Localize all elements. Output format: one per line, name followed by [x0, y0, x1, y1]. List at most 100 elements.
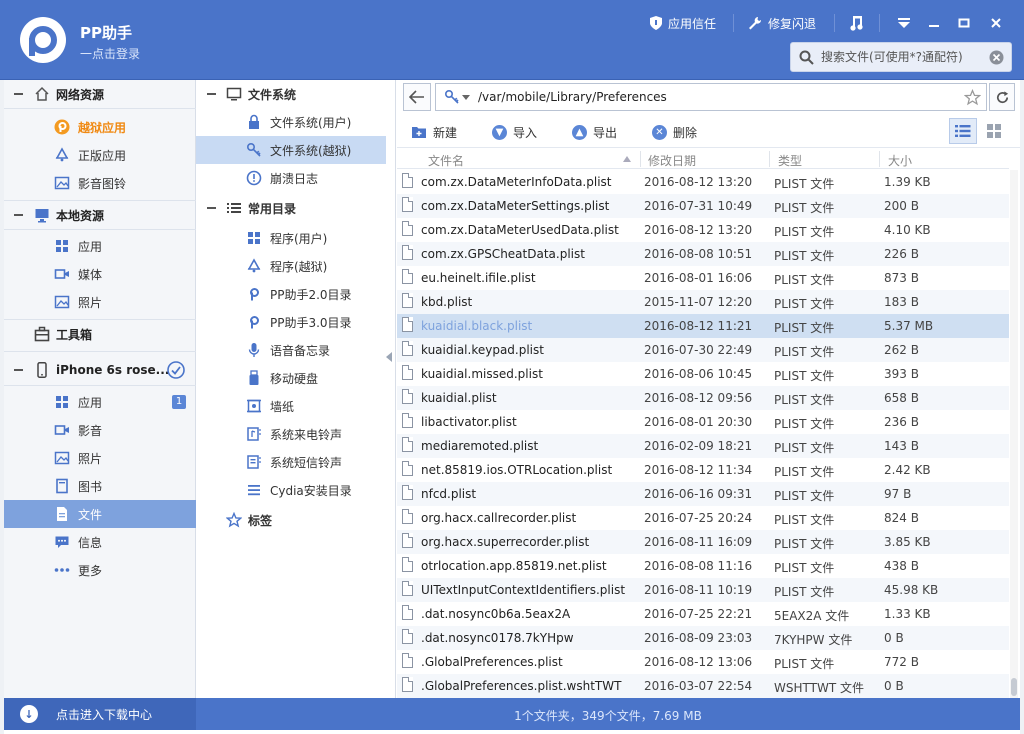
- dir-item-voice-memos[interactable]: 语音备忘录: [196, 336, 386, 364]
- table-row[interactable]: org.hacx.callrecorder.plist 2016-07-25 20…: [397, 506, 1009, 530]
- dir-item-apps-jailbreak[interactable]: 程序(越狱): [196, 252, 386, 280]
- dir-item-wallpaper[interactable]: 墙纸: [196, 392, 386, 420]
- sidebar-item-local-photos[interactable]: 照片: [4, 288, 196, 316]
- section-common-dirs[interactable]: 常用目录: [196, 194, 386, 222]
- sidebar-item-device-books[interactable]: 图书: [4, 472, 196, 500]
- export-button[interactable]: ▲ 导出: [572, 123, 617, 141]
- dir-item-cydia[interactable]: Cydia安装目录: [196, 476, 386, 504]
- sidebar-item-device-messages[interactable]: 信息: [4, 528, 196, 556]
- dir-item-crash-logs[interactable]: 崩溃日志: [196, 164, 386, 192]
- sidebar-section-network[interactable]: 网络资源: [4, 80, 196, 108]
- modified-date-cell: 2016-08-12 11:21: [644, 319, 753, 333]
- table-row[interactable]: libactivator.plist 2016-08-01 20:30 PLIST …: [397, 410, 1009, 434]
- video-camera-icon: [54, 266, 70, 282]
- sidebar-item-device-files[interactable]: 文件: [4, 500, 196, 528]
- table-row[interactable]: kuaidial.missed.plist 2016-08-06 10:45 PLI…: [397, 362, 1009, 386]
- chevron-down-icon[interactable]: [462, 95, 470, 101]
- refresh-button[interactable]: [989, 83, 1015, 111]
- grid-view-button[interactable]: [981, 118, 1007, 144]
- maximize-button[interactable]: [958, 14, 970, 32]
- table-row[interactable]: kuaidial.plist 2016-08-12 09:56 PLIST 文件 65…: [397, 386, 1009, 410]
- file-icon: [54, 506, 70, 522]
- modified-date-cell: 2016-08-09 23:03: [644, 631, 753, 645]
- vertical-scrollbar[interactable]: [1010, 170, 1018, 698]
- sidebar-section-toolbox[interactable]: 工具箱: [4, 320, 196, 348]
- sidebar-item-media-ringtones[interactable]: 影音图铃: [4, 169, 196, 197]
- download-center-button[interactable]: ↓ 点击进入下载中心: [4, 698, 196, 730]
- import-button[interactable]: ▼ 导入: [492, 123, 537, 141]
- sidebar-item-local-media[interactable]: 媒体: [4, 260, 196, 288]
- sidebar-item-device-more[interactable]: 更多: [4, 556, 196, 584]
- table-row[interactable]: .GlobalPreferences.plist 2016-08-12 13:06…: [397, 650, 1009, 674]
- sidebar-section-local[interactable]: 本地资源: [4, 201, 196, 229]
- collapse-panel-icon[interactable]: [386, 352, 392, 362]
- table-row[interactable]: kuaidial.keypad.plist 2016-07-30 22:49 PLI…: [397, 338, 1009, 362]
- table-row[interactable]: org.hacx.superrecorder.plist 2016-08-11 1…: [397, 530, 1009, 554]
- dir-item-apps-user[interactable]: 程序(用户): [196, 224, 386, 252]
- sidebar-item-official-apps[interactable]: 正版应用: [4, 141, 196, 169]
- star-outline-icon[interactable]: [964, 89, 981, 106]
- sidebar-item-label: 图书: [78, 479, 103, 494]
- login-link[interactable]: 一点击登录: [80, 45, 140, 62]
- dir-item-sms-tones[interactable]: 系统短信铃声: [196, 448, 386, 476]
- collapse-toggle-icon[interactable]: [14, 93, 23, 95]
- table-row[interactable]: mediaremoted.plist 2016-02-09 18:21 PLIST …: [397, 434, 1009, 458]
- table-row[interactable]: com.zx.DataMeterUsedData.plist 2016-08-12…: [397, 218, 1009, 242]
- ringtone-icon: [246, 426, 262, 442]
- list-view-button[interactable]: [949, 118, 977, 144]
- modified-date-cell: 2016-08-11 16:09: [644, 535, 753, 549]
- section-tags[interactable]: 标签: [196, 506, 386, 534]
- sidebar-item-device-photos[interactable]: 照片: [4, 444, 196, 472]
- collapse-toggle-icon[interactable]: [207, 207, 216, 209]
- app-trust-button[interactable]: 应用信任: [650, 14, 716, 32]
- dir-item-ringtones[interactable]: 系统来电铃声: [196, 420, 386, 448]
- column-header-type[interactable]: 类型: [778, 152, 802, 169]
- dir-item-fs-user[interactable]: 文件系统(用户): [196, 108, 386, 136]
- dir-item-mobile-disk[interactable]: 移动硬盘: [196, 364, 386, 392]
- dir-item-pp2[interactable]: PP助手2.0目录: [196, 280, 386, 308]
- repair-crash-button[interactable]: 修复闪退: [748, 14, 816, 32]
- clear-search-icon[interactable]: [989, 50, 1004, 65]
- section-filesystem[interactable]: 文件系统: [196, 80, 386, 108]
- collapse-toggle-icon[interactable]: [14, 214, 23, 216]
- sidebar-item-local-apps[interactable]: 应用: [4, 232, 196, 260]
- table-row[interactable]: .dat.nosync0b6a.5eax2A 2016-07-25 22:21 5E…: [397, 602, 1009, 626]
- music-button[interactable]: [850, 14, 864, 32]
- sidebar-item-device-apps[interactable]: 应用 1: [4, 388, 196, 416]
- column-header-name[interactable]: 文件名: [428, 152, 464, 169]
- new-folder-icon: [412, 127, 426, 138]
- sidebar-section-device[interactable]: iPhone 6s rose...: [4, 356, 196, 384]
- column-header-size[interactable]: 大小: [888, 152, 912, 169]
- delete-button[interactable]: ✕ 删除: [652, 123, 697, 141]
- back-button[interactable]: [403, 83, 431, 111]
- table-row[interactable]: otrlocation.app.85819.net.plist 2016-08-0…: [397, 554, 1009, 578]
- menu-button[interactable]: [897, 14, 911, 32]
- pp-logo-icon[interactable]: [20, 17, 66, 63]
- sidebar-item-jailbreak-apps[interactable]: 越狱应用: [4, 113, 196, 141]
- path-field[interactable]: /var/mobile/Library/Preferences: [435, 83, 987, 111]
- table-row[interactable]: kuaidial.black.plist 2016-08-12 11:21 PLIS…: [397, 314, 1009, 338]
- sidebar-item-device-media[interactable]: 影音: [4, 416, 196, 444]
- table-row[interactable]: .dat.nosync0178.7kYHpw 2016-08-09 23:03 7K…: [397, 626, 1009, 650]
- search-input[interactable]: [821, 48, 981, 66]
- table-row[interactable]: net.85819.ios.OTRLocation.plist 2016-08-1…: [397, 458, 1009, 482]
- dir-item-fs-jailbreak[interactable]: 文件系统(越狱): [196, 136, 386, 164]
- table-row[interactable]: nfcd.plist 2016-06-16 09:31 PLIST 文件 97 B: [397, 482, 1009, 506]
- table-row[interactable]: kbd.plist 2015-11-07 12:20 PLIST 文件 183 B: [397, 290, 1009, 314]
- collapse-toggle-icon[interactable]: [207, 93, 216, 95]
- collapse-toggle-icon[interactable]: [14, 369, 23, 371]
- minimize-button[interactable]: [928, 14, 940, 32]
- new-button[interactable]: 新建: [411, 123, 457, 141]
- table-row[interactable]: com.zx.GPSCheatData.plist 2016-08-08 10:5…: [397, 242, 1009, 266]
- table-row[interactable]: UITextInputContextIdentifiers.plist 2016-…: [397, 578, 1009, 602]
- table-row[interactable]: .GlobalPreferences.plist.wshtTWT 2016-03-…: [397, 674, 1009, 698]
- column-header-date[interactable]: 修改日期: [648, 152, 696, 169]
- table-row[interactable]: eu.heinelt.ifile.plist 2016-08-01 16:06 PL…: [397, 266, 1009, 290]
- scrollbar-thumb[interactable]: [1011, 678, 1017, 696]
- table-row[interactable]: com.zx.DataMeterInfoData.plist 2016-08-12…: [397, 170, 1009, 194]
- dir-item-pp3[interactable]: PP助手3.0目录: [196, 308, 386, 336]
- sidebar-section-label: 工具箱: [56, 327, 93, 342]
- file-name-cell: eu.heinelt.ifile.plist: [421, 271, 536, 285]
- table-row[interactable]: com.zx.DataMeterSettings.plist 2016-07-31…: [397, 194, 1009, 218]
- close-window-button[interactable]: [990, 14, 1002, 32]
